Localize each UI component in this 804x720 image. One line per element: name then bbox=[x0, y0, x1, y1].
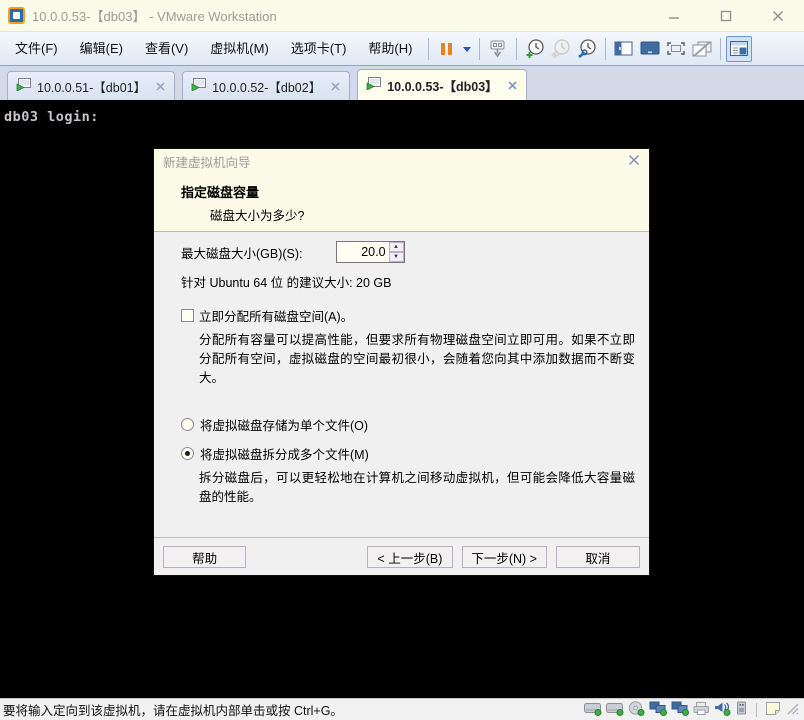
disk-size-spinners: ▲ ▼ bbox=[389, 242, 404, 262]
dialog-subheading: 磁盘大小为多少? bbox=[210, 205, 649, 224]
fullscreen-icon[interactable] bbox=[663, 36, 689, 62]
status-message: 要将输入定向到该虚拟机，请在虚拟机内部单击或按 Ctrl+G。 bbox=[3, 700, 584, 719]
status-bar: 要将输入定向到该虚拟机，请在虚拟机内部单击或按 Ctrl+G。 bbox=[0, 698, 804, 720]
tab-close-icon[interactable] bbox=[156, 82, 165, 91]
snapshot-manager-icon[interactable] bbox=[574, 36, 600, 62]
device-status-icons bbox=[584, 701, 799, 719]
menu-help[interactable]: 帮助(H) bbox=[357, 32, 423, 65]
allocate-all-label: 立即分配所有磁盘空间(A)。 bbox=[199, 306, 353, 325]
printer-icon[interactable] bbox=[693, 701, 710, 719]
toolbar-separator bbox=[479, 38, 480, 60]
back-button[interactable]: < 上一步(B) bbox=[367, 546, 452, 568]
tab-label: 10.0.0.51-【db01】 bbox=[37, 77, 146, 96]
suggested-size-text: 针对 Ubuntu 64 位 的建议大小: 20 GB bbox=[181, 272, 392, 291]
menu-edit[interactable]: 编辑(E) bbox=[69, 32, 134, 65]
split-multiple-files-radio[interactable] bbox=[181, 447, 194, 460]
send-ctrl-alt-del-icon[interactable] bbox=[485, 36, 511, 62]
toolbar-separator bbox=[720, 38, 721, 60]
store-single-file-label: 将虚拟磁盘存储为单个文件(O) bbox=[200, 415, 368, 434]
store-single-file-row: 将虚拟磁盘存储为单个文件(O) bbox=[181, 415, 368, 434]
dialog-buttons: 帮助 < 上一步(B) 下一步(N) > 取消 bbox=[154, 538, 649, 576]
usb-icon[interactable] bbox=[735, 701, 748, 719]
spinner-down-icon[interactable]: ▼ bbox=[389, 252, 404, 262]
menu-view[interactable]: 查看(V) bbox=[134, 32, 199, 65]
vm-tab-icon bbox=[366, 77, 381, 93]
window-titlebar: 10.0.0.53-【db03】 - VMware Workstation bbox=[0, 0, 804, 32]
pause-icon[interactable] bbox=[434, 36, 460, 62]
dialog-title: 新建虚拟机向导 bbox=[163, 152, 628, 171]
window-title: 10.0.0.53-【db03】 - VMware Workstation bbox=[32, 6, 666, 25]
minimize-icon[interactable] bbox=[666, 8, 682, 24]
unity-mode-icon[interactable] bbox=[689, 36, 715, 62]
statusbar-separator bbox=[756, 703, 757, 717]
close-icon[interactable] bbox=[770, 8, 786, 24]
new-vm-wizard-dialog: 新建虚拟机向导 指定磁盘容量 磁盘大小为多少? 最大磁盘大小(GB)(S): ▲… bbox=[153, 148, 650, 576]
menu-file[interactable]: 文件(F) bbox=[4, 32, 69, 65]
menu-vm[interactable]: 虚拟机(M) bbox=[199, 32, 280, 65]
tab-close-icon[interactable] bbox=[331, 82, 340, 91]
show-library-icon[interactable] bbox=[611, 36, 637, 62]
toolbar-separator bbox=[428, 38, 429, 60]
tab-close-icon[interactable] bbox=[508, 81, 517, 90]
menubar: 文件(F) 编辑(E) 查看(V) 虚拟机(M) 选项卡(T) 帮助(H) bbox=[0, 32, 804, 66]
disk-size-label: 最大磁盘大小(GB)(S): bbox=[181, 243, 303, 262]
hard-disk-2-icon[interactable] bbox=[606, 701, 624, 719]
disk-size-row: 最大磁盘大小(GB)(S): ▲ ▼ bbox=[181, 241, 405, 263]
split-multiple-files-label: 将虚拟磁盘拆分成多个文件(M) bbox=[200, 444, 369, 463]
split-multiple-files-row: 将虚拟磁盘拆分成多个文件(M) bbox=[181, 444, 369, 463]
tab-label: 10.0.0.53-【db03】 bbox=[387, 76, 497, 95]
maximize-icon[interactable] bbox=[718, 8, 734, 24]
take-snapshot-icon[interactable] bbox=[522, 36, 548, 62]
pause-dropdown-icon[interactable] bbox=[460, 36, 474, 62]
disk-size-spinbox: ▲ ▼ bbox=[336, 241, 405, 263]
disk-size-input[interactable] bbox=[337, 242, 389, 262]
hard-disk-icon[interactable] bbox=[584, 701, 602, 719]
window-controls bbox=[666, 8, 786, 24]
tab-label: 10.0.0.52-【db02】 bbox=[212, 77, 321, 96]
cd-dvd-icon[interactable] bbox=[628, 701, 645, 719]
console-login-prompt: db03 login: bbox=[4, 109, 99, 125]
dialog-header: 指定磁盘容量 磁盘大小为多少? bbox=[154, 173, 649, 232]
split-note-text: 拆分磁盘后，可以更轻松地在计算机之间移动虚拟机，但可能会降低大容量磁盘的性能。 bbox=[199, 469, 635, 507]
tab-db03-active[interactable]: 10.0.0.53-【db03】 bbox=[357, 69, 526, 100]
help-button[interactable]: 帮助 bbox=[163, 546, 246, 568]
console-view-icon[interactable] bbox=[637, 36, 663, 62]
vm-tab-icon bbox=[191, 78, 206, 94]
vmware-app-icon bbox=[8, 7, 25, 24]
message-note-icon[interactable] bbox=[765, 701, 781, 719]
dialog-titlebar[interactable]: 新建虚拟机向导 bbox=[154, 149, 649, 173]
menu-tabs[interactable]: 选项卡(T) bbox=[280, 32, 358, 65]
cancel-button[interactable]: 取消 bbox=[556, 546, 640, 568]
network-adapter-icon[interactable] bbox=[649, 701, 667, 719]
spinner-up-icon[interactable]: ▲ bbox=[389, 242, 404, 252]
toolbar-separator bbox=[605, 38, 606, 60]
dialog-close-icon[interactable] bbox=[628, 154, 640, 169]
tab-db02[interactable]: 10.0.0.52-【db02】 bbox=[182, 71, 350, 100]
vm-tab-icon bbox=[16, 78, 31, 94]
allocate-all-checkbox[interactable] bbox=[181, 309, 194, 322]
tab-db01[interactable]: 10.0.0.51-【db01】 bbox=[7, 71, 175, 100]
tab-bar: 10.0.0.51-【db01】 10.0.0.52-【db02】 10.0.0… bbox=[0, 66, 804, 100]
sound-icon[interactable] bbox=[714, 701, 731, 719]
allocate-note-text: 分配所有容量可以提高性能，但要求所有物理磁盘空间立即可用。如果不立即分配所有空间… bbox=[199, 331, 635, 388]
next-button[interactable]: 下一步(N) > bbox=[462, 546, 547, 568]
summary-view-toggle-icon[interactable] bbox=[726, 36, 752, 62]
toolbar-separator bbox=[516, 38, 517, 60]
revert-snapshot-icon bbox=[548, 36, 574, 62]
store-single-file-radio[interactable] bbox=[181, 418, 194, 431]
resize-grip-icon[interactable] bbox=[785, 701, 799, 718]
network-adapter-2-icon[interactable] bbox=[671, 701, 689, 719]
dialog-body: 最大磁盘大小(GB)(S): ▲ ▼ 针对 Ubuntu 64 位 的建议大小:… bbox=[154, 232, 649, 537]
dialog-heading: 指定磁盘容量 bbox=[181, 182, 649, 201]
allocate-all-row: 立即分配所有磁盘空间(A)。 bbox=[181, 306, 353, 325]
